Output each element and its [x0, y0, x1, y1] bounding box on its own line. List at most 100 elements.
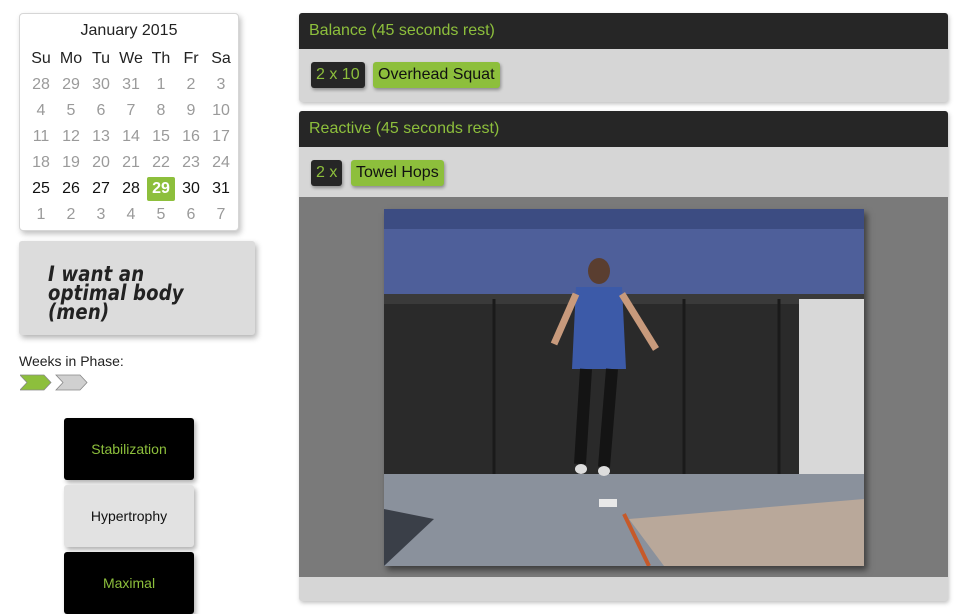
calendar-day[interactable]: 3	[86, 202, 116, 228]
calendar-day[interactable]: 13	[86, 124, 116, 150]
calendar-day[interactable]: 30	[176, 176, 206, 202]
weekday-header: Tu	[91, 50, 111, 67]
calendar-day-selected[interactable]: 29	[146, 176, 176, 202]
calendar-day[interactable]: 28	[26, 72, 56, 98]
weekday-header: Su	[31, 50, 51, 67]
weeks-chevrons	[20, 374, 88, 391]
calendar-title: January 2015	[80, 22, 178, 39]
sets-reps-badge: 2 x	[311, 160, 343, 186]
calendar-day-label: 20	[92, 154, 110, 171]
calendar-day[interactable]: 9	[176, 98, 206, 124]
calendar-day-label: 10	[212, 102, 230, 119]
calendar-day[interactable]: 4	[26, 98, 56, 124]
calendar-day-label: 27	[92, 180, 110, 197]
phase-maximal-button[interactable]: Maximal	[64, 552, 194, 614]
week-chevron-complete-icon	[20, 374, 52, 391]
calendar-day[interactable]: 24	[206, 150, 236, 176]
calendar-day[interactable]: 11	[26, 124, 56, 150]
weekday-header: Fr	[183, 50, 199, 67]
calendar-day[interactable]: 2	[56, 202, 86, 228]
calendar-day[interactable]: 31	[116, 72, 146, 98]
calendar-day-label: 16	[182, 128, 200, 145]
calendar-day-label: 17	[212, 128, 230, 145]
phase-stabilization-button[interactable]: Stabilization	[64, 418, 194, 480]
sets-reps-badge: 2 x 10	[311, 62, 365, 88]
weeks-in-phase-label: Weeks in Phase:	[19, 353, 124, 369]
calendar-day-label: 4	[36, 102, 46, 119]
calendar-day[interactable]: 16	[176, 124, 206, 150]
calendar-day[interactable]: 14	[116, 124, 146, 150]
calendar-day[interactable]: 15	[146, 124, 176, 150]
calendar-day-label: 7	[126, 102, 136, 119]
calendar-day-label: 29	[62, 76, 80, 93]
calendar-day[interactable]: 2	[176, 72, 206, 98]
calendar-day[interactable]: 1	[26, 202, 56, 228]
calendar-day[interactable]: 18	[26, 150, 56, 176]
calendar-day-label: 5	[156, 206, 166, 223]
calendar-day[interactable]: 5	[146, 202, 176, 228]
weekday-header: Mo	[59, 50, 83, 67]
calendar-day[interactable]: 31	[206, 176, 236, 202]
section-header: Balance (45 seconds rest)	[299, 13, 948, 49]
calendar-day-label: 25	[32, 180, 50, 197]
calendar-day[interactable]: 1	[146, 72, 176, 98]
calendar-day[interactable]: 3	[206, 72, 236, 98]
calendar-day-label: 4	[126, 206, 136, 223]
calendar-day[interactable]: 4	[116, 202, 146, 228]
calendar-day-label: 24	[212, 154, 230, 171]
video-frame-image	[384, 209, 864, 566]
phase-hypertrophy-button[interactable]: Hypertrophy	[64, 485, 194, 547]
calendar-day-label: 2	[66, 206, 76, 223]
calendar-day-label: 6	[186, 206, 196, 223]
calendar-day-label: 14	[122, 128, 140, 145]
calendar-day[interactable]: 19	[56, 150, 86, 176]
calendar-day[interactable]: 6	[86, 98, 116, 124]
exercise-row: 2 x Towel Hops	[299, 147, 948, 197]
weekday-header: Th	[151, 50, 171, 67]
reactive-section: Reactive (45 seconds rest) 2 x Towel Hop…	[299, 111, 948, 601]
calendar-day[interactable]: 29	[56, 72, 86, 98]
calendar-day[interactable]: 5	[56, 98, 86, 124]
calendar-day-label: 7	[216, 206, 226, 223]
calendar-day[interactable]: 25	[26, 176, 56, 202]
calendar-day[interactable]: 21	[116, 150, 146, 176]
video-area	[299, 197, 948, 577]
calendar-day[interactable]: 27	[86, 176, 116, 202]
calendar-day[interactable]: 23	[176, 150, 206, 176]
exercise-button[interactable]: Towel Hops	[351, 160, 444, 186]
exercise-button[interactable]: Overhead Squat	[373, 62, 500, 88]
calendar-day[interactable]: 10	[206, 98, 236, 124]
calendar-day[interactable]: 28	[116, 176, 146, 202]
program-title: I want an optimal body (men)	[48, 262, 184, 324]
calendar-day[interactable]: 12	[56, 124, 86, 150]
calendar-day[interactable]: 17	[206, 124, 236, 150]
weekday-header: Sa	[211, 50, 231, 67]
calendar-day-label: 28	[122, 180, 140, 197]
calendar-day-label: 11	[32, 128, 50, 145]
calendar-day-label: 8	[156, 102, 166, 119]
calendar-day[interactable]: 7	[206, 202, 236, 228]
calendar-day[interactable]: 20	[86, 150, 116, 176]
calendar-day-label: 28	[32, 76, 50, 93]
calendar-day-label: 19	[62, 154, 80, 171]
calendar-day-label: 26	[62, 180, 80, 197]
calendar-day[interactable]: 22	[146, 150, 176, 176]
calendar-day-label: 1	[156, 76, 166, 93]
calendar-day[interactable]: 7	[116, 98, 146, 124]
exercise-video[interactable]	[384, 209, 864, 566]
calendar-day-label: 3	[216, 76, 226, 93]
balance-section: Balance (45 seconds rest) 2 x 10 Overhea…	[299, 13, 948, 102]
section-header: Reactive (45 seconds rest)	[299, 111, 948, 147]
calendar-day-label: 9	[186, 102, 196, 119]
calendar-day-label: 31	[212, 180, 230, 197]
calendar-day[interactable]: 6	[176, 202, 206, 228]
calendar-day[interactable]: 30	[86, 72, 116, 98]
calendar-day-label: 6	[96, 102, 106, 119]
calendar-day[interactable]: 26	[56, 176, 86, 202]
calendar-day-label: 30	[92, 76, 110, 93]
calendar-grid: Su Mo Tu We Th Fr Sa 28 29 30 31 1 2 3 4 5 6 7 8 9 10 11 12 13 1…	[26, 46, 236, 228]
calendar-day-label: 31	[122, 76, 140, 93]
program-card[interactable]: I want an optimal body (men)	[19, 241, 255, 335]
calendar-day[interactable]: 8	[146, 98, 176, 124]
calendar-day-label: 15	[152, 128, 170, 145]
